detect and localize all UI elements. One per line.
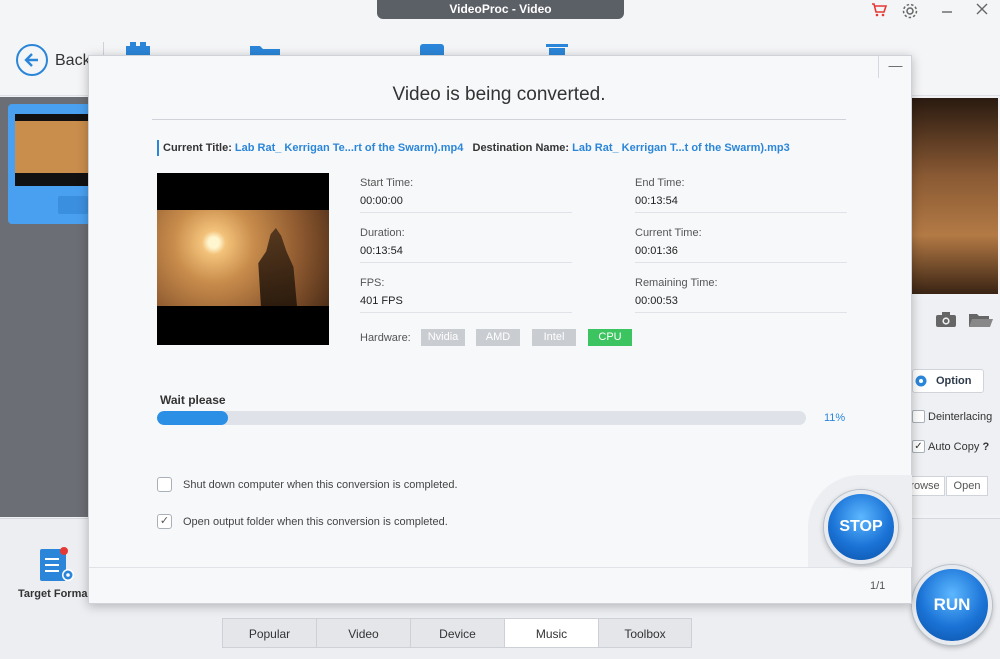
info-divider bbox=[360, 262, 572, 263]
fps-label: FPS: bbox=[360, 277, 385, 289]
current-title-value: Lab Rat_ Kerrigan Te...rt of the Swarm).… bbox=[234, 142, 464, 154]
checkbox-box bbox=[912, 410, 925, 423]
checkbox-box bbox=[157, 477, 172, 492]
hardware-badge-intel: Intel bbox=[532, 329, 576, 346]
format-tabs: Popular Video Device Music Toolbox bbox=[222, 618, 692, 648]
deinterlacing-label: Deinterlacing bbox=[928, 411, 993, 423]
open-folder-label: Open output folder when this conversion … bbox=[183, 516, 448, 528]
option-button[interactable]: Option bbox=[912, 369, 984, 393]
destination-name-label: Destination Name: bbox=[472, 142, 570, 154]
check-icon: ✓ bbox=[912, 440, 925, 453]
file-names-row: Current Title: Lab Rat_ Kerrigan Te...rt… bbox=[157, 140, 790, 156]
deinterlacing-checkbox[interactable]: Deinterlacing bbox=[912, 409, 1000, 425]
hardware-badge-amd: AMD bbox=[476, 329, 520, 346]
option-label: Option bbox=[936, 375, 972, 387]
hardware-badge-cpu: CPU bbox=[588, 329, 632, 346]
tab-toolbox[interactable]: Toolbox bbox=[598, 618, 692, 648]
open-button[interactable]: Open bbox=[946, 476, 988, 496]
auto-copy-label: Auto Copy ? bbox=[928, 441, 990, 453]
back-arrow-icon bbox=[16, 44, 48, 76]
gear-icon bbox=[62, 569, 74, 581]
preview-frame bbox=[157, 210, 329, 306]
preview-tower bbox=[258, 228, 297, 306]
hardware-badge-nvidia: Nvidia bbox=[421, 329, 465, 346]
video-list-item[interactable] bbox=[8, 104, 88, 224]
window-title: VideoProc - Video bbox=[377, 0, 624, 19]
notification-dot bbox=[60, 547, 68, 555]
info-divider bbox=[635, 212, 847, 213]
wait-label: Wait please bbox=[160, 393, 226, 407]
start-time-value: 00:00:00 bbox=[360, 195, 403, 207]
current-time-value: 00:01:36 bbox=[635, 245, 678, 257]
end-time-value: 00:13:54 bbox=[635, 195, 678, 207]
tab-device[interactable]: Device bbox=[410, 618, 504, 648]
preview-image bbox=[912, 98, 998, 294]
back-label: Back bbox=[55, 52, 91, 69]
remaining-time-value: 00:00:53 bbox=[635, 295, 678, 307]
run-button[interactable]: RUN bbox=[912, 565, 992, 645]
current-title-label: Current Title: bbox=[163, 142, 232, 154]
info-divider bbox=[635, 312, 847, 313]
shutdown-label: Shut down computer when this conversion … bbox=[183, 479, 458, 491]
current-time-label: Current Time: bbox=[635, 227, 702, 239]
tab-popular[interactable]: Popular bbox=[222, 618, 316, 648]
video-item-toolbar bbox=[58, 196, 88, 214]
info-divider bbox=[360, 312, 572, 313]
page-count: 1/1 bbox=[870, 580, 886, 592]
cart-icon[interactable] bbox=[868, 2, 890, 22]
destination-name-value: Lab Rat_ Kerrigan T...t of the Swarm).mp… bbox=[572, 142, 790, 154]
stop-button[interactable]: STOP bbox=[824, 490, 898, 564]
tab-video[interactable]: Video bbox=[316, 618, 410, 648]
back-button[interactable]: Back bbox=[14, 44, 94, 78]
end-time-label: End Time: bbox=[635, 177, 685, 189]
target-format-label: Target Forma bbox=[18, 588, 88, 600]
hardware-label: Hardware: bbox=[360, 332, 411, 344]
dialog-minimize-button[interactable]: — bbox=[878, 56, 912, 78]
dialog-footer-divider bbox=[89, 567, 911, 568]
help-icon: ? bbox=[982, 441, 990, 453]
check-icon: ✓ bbox=[157, 514, 172, 529]
title-bar: VideoProc - Video bbox=[0, 0, 1000, 24]
progress-percent: 11% bbox=[824, 412, 846, 424]
info-divider bbox=[360, 212, 572, 213]
video-thumbnail bbox=[15, 114, 88, 186]
progress-fill bbox=[157, 411, 229, 425]
remaining-time-label: Remaining Time: bbox=[635, 277, 718, 289]
close-icon[interactable] bbox=[971, 2, 993, 22]
gear-icon bbox=[915, 375, 927, 387]
target-format-button[interactable]: Target Forma bbox=[18, 547, 90, 607]
progress-bar bbox=[157, 411, 806, 425]
auto-copy-checkbox[interactable]: ✓ Auto Copy ? bbox=[912, 439, 1000, 455]
camera-icon[interactable] bbox=[936, 312, 956, 327]
dialog-heading: Video is being converted. bbox=[392, 84, 606, 105]
duration-label: Duration: bbox=[360, 227, 405, 239]
start-time-label: Start Time: bbox=[360, 177, 414, 189]
duration-value: 00:13:54 bbox=[360, 245, 403, 257]
tab-music[interactable]: Music bbox=[504, 618, 598, 648]
info-divider bbox=[635, 262, 847, 263]
gear-icon[interactable] bbox=[899, 2, 921, 22]
folder-icon[interactable] bbox=[969, 312, 993, 327]
conversion-preview bbox=[157, 173, 329, 345]
fps-value: 401 FPS bbox=[360, 295, 403, 307]
dialog-divider bbox=[152, 119, 846, 120]
minimize-window-icon[interactable] bbox=[936, 2, 958, 22]
